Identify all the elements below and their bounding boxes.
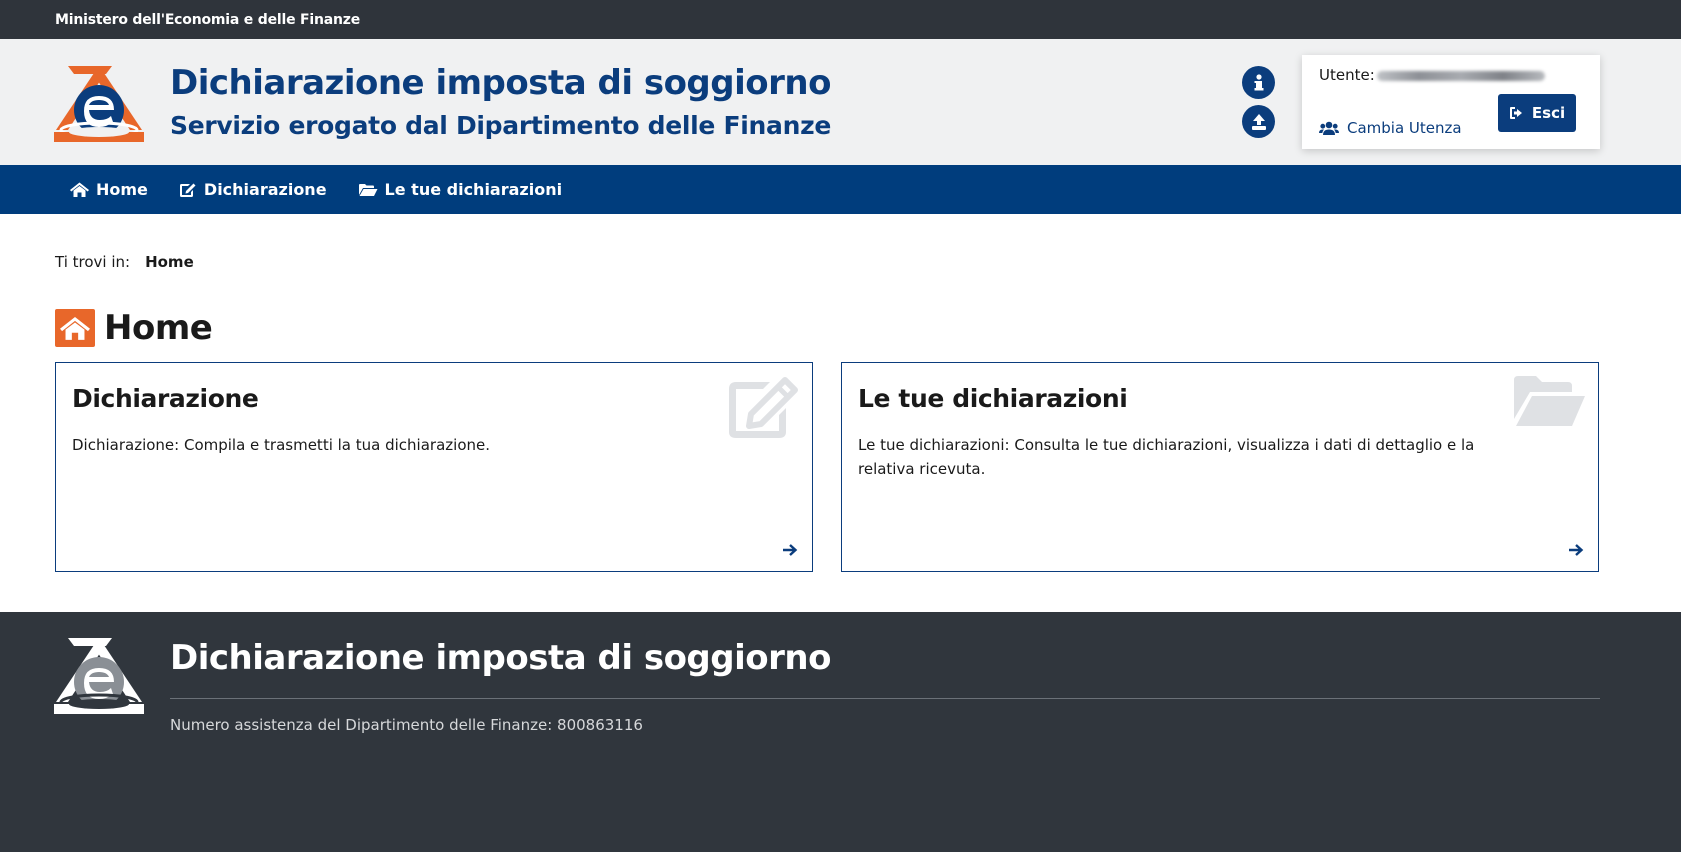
assistance-number: Numero assistenza del Dipartimento delle… [170, 716, 643, 734]
card-description: Le tue dichiarazioni: Consulta le tue di… [858, 436, 1475, 478]
ministry-name: Ministero dell'Economia e delle Finanze [55, 11, 361, 28]
user-name-redacted [1377, 71, 1545, 81]
home-icon [55, 309, 95, 347]
site-subtitle: Servizio erogato dal Dipartimento delle … [170, 111, 831, 140]
card-description: Dichiarazione: Compila e trasmetti la tu… [72, 436, 490, 454]
arrow-right-icon[interactable] [1568, 543, 1584, 557]
footer-title: Dichiarazione imposta di soggiorno [170, 638, 831, 678]
user-label: Utente: [1319, 66, 1375, 84]
nav-item-home[interactable]: Home [70, 180, 148, 199]
breadcrumb-current: Home [145, 253, 194, 271]
nav-item-label: Dichiarazione [203, 180, 327, 199]
agenzia-e-logo-icon[interactable] [54, 64, 144, 142]
breadcrumb: Ti trovi in: Home [55, 253, 194, 271]
logout-label: Esci [1531, 104, 1566, 122]
home-icon [70, 182, 89, 197]
arrow-right-icon[interactable] [782, 543, 798, 557]
breadcrumb-prefix: Ti trovi in: [55, 253, 131, 271]
main-navigation: Home Dichiarazione Le tue dichiarazioni [0, 165, 1681, 214]
folder-open-icon [358, 183, 378, 196]
change-user-label: Cambia Utenza [1347, 119, 1462, 137]
footer-divider [170, 698, 1600, 699]
nav-item-le-tue-dichiarazioni[interactable]: Le tue dichiarazioni [358, 180, 563, 199]
change-user-link[interactable]: Cambia Utenza [1319, 119, 1462, 137]
folder-open-icon [1514, 376, 1585, 426]
edit-icon [729, 377, 798, 438]
nav-item-dichiarazione[interactable]: Dichiarazione [179, 180, 327, 199]
logout-button[interactable]: Esci [1498, 94, 1576, 132]
user-panel: Utente: Cambia Utenza Esci [1302, 55, 1600, 149]
site-header: Dichiarazione imposta di soggiorno Servi… [0, 39, 1681, 165]
ministry-bar: Ministero dell'Economia e delle Finanze [0, 0, 1681, 39]
card-le-tue-dichiarazioni[interactable]: Le tue dichiarazioni Le tue dichiarazion… [841, 362, 1599, 572]
card-title: Dichiarazione [72, 384, 259, 413]
agenzia-e-logo-icon [54, 638, 144, 714]
upload-icon[interactable] [1242, 105, 1275, 138]
edit-icon [179, 183, 196, 197]
page-title: Home [104, 308, 213, 348]
card-title: Le tue dichiarazioni [858, 384, 1128, 413]
users-icon [1319, 121, 1339, 135]
nav-item-label: Home [96, 180, 148, 199]
site-footer: Dichiarazione imposta di soggiorno Numer… [0, 612, 1681, 852]
page-heading: Home [55, 308, 213, 348]
card-dichiarazione[interactable]: Dichiarazione Dichiarazione: Compila e t… [55, 362, 813, 572]
info-icon[interactable] [1242, 66, 1275, 99]
site-title: Dichiarazione imposta di soggiorno [170, 63, 831, 103]
sign-out-icon [1509, 107, 1522, 119]
nav-item-label: Le tue dichiarazioni [384, 180, 563, 199]
